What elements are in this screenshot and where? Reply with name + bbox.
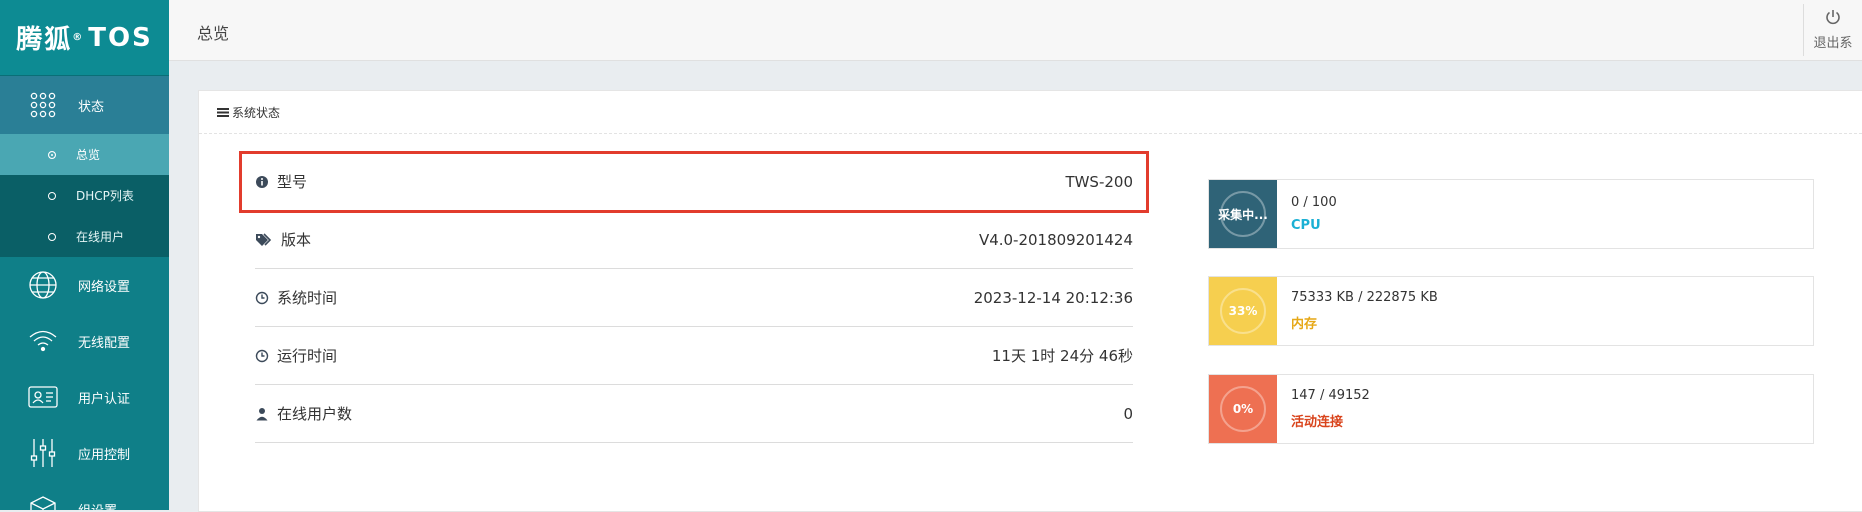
sidebar-item-label: 组设置: [78, 500, 117, 511]
info-row-version: 版本 V4.0-201809201424: [255, 211, 1133, 269]
info-label: 在线用户数: [277, 405, 353, 423]
sidebar: 腾狐 ® TOS 状态 总览 DHCP列表 在线用户 网络设置 无线配置 用户认…: [0, 0, 169, 510]
top-bar: 总览 退出系: [169, 0, 1862, 61]
sidebar-subitem-label: 在线用户: [76, 230, 125, 244]
stat-card-memory: 33% 75333 KB / 222875 KB 内存: [1208, 276, 1814, 346]
info-row-model: 型号 TWS-200: [239, 151, 1149, 213]
info-value: 0: [1123, 404, 1133, 423]
info-label: 系统时间: [277, 289, 338, 307]
list-icon: [217, 107, 229, 117]
info-label: 型号: [277, 173, 308, 191]
sidebar-item-label: 用户认证: [78, 391, 131, 407]
info-value: V4.0-201809201424: [978, 230, 1133, 249]
logo-text-cn: 腾狐: [16, 25, 73, 55]
sidebar-item-app-control[interactable]: 应用控制: [0, 425, 169, 481]
info-row-uptime: 运行时间 11天 1时 24分 46秒: [255, 327, 1133, 385]
clock-icon: [255, 349, 269, 363]
panel-title: 系统状态: [232, 105, 281, 120]
id-card-icon: [26, 380, 60, 414]
bullet-icon: [48, 150, 56, 159]
stat-badge: 0%: [1209, 375, 1277, 443]
sidebar-subitem-label: 总览: [76, 148, 101, 162]
stat-card-connections: 0% 147 / 49152 活动连接: [1208, 374, 1814, 444]
sidebar-item-status[interactable]: 状态: [0, 76, 169, 134]
wifi-icon: [26, 324, 60, 358]
logout-label: 退出系: [1813, 36, 1853, 51]
logo-text-en: TOS: [88, 22, 153, 53]
sidebar-item-group[interactable]: 组设置: [0, 481, 169, 510]
stat-numbers: 0 / 100: [1291, 195, 1337, 210]
page-title: 总览: [197, 24, 230, 43]
user-icon: [255, 407, 269, 421]
stat-badge: 33%: [1209, 277, 1277, 345]
info-value: 11天 1时 24分 46秒: [991, 347, 1133, 365]
logout-button[interactable]: 退出系: [1803, 4, 1862, 56]
sidebar-item-network[interactable]: 网络设置: [0, 257, 169, 313]
sidebar-item-wireless[interactable]: 无线配置: [0, 313, 169, 369]
sidebar-subitem-online-users[interactable]: 在线用户: [0, 216, 169, 257]
sidebar-item-label: 状态: [78, 99, 105, 115]
stat-badge-text: 采集中...: [1218, 207, 1268, 222]
bullet-icon: [48, 191, 56, 200]
info-circle-icon: [255, 175, 269, 189]
grid-dots-icon: [26, 88, 60, 122]
sidebar-submenu: 总览 DHCP列表 在线用户: [0, 134, 169, 257]
sidebar-subitem-dhcp[interactable]: DHCP列表: [0, 175, 169, 216]
sidebar-item-label: 无线配置: [78, 335, 131, 351]
globe-icon: [26, 268, 60, 302]
info-label: 版本: [281, 231, 312, 249]
info-value: 2023-12-14 20:12:36: [973, 288, 1133, 307]
stat-name: CPU: [1291, 218, 1321, 233]
info-list: 型号 TWS-200 版本 V4.0-201809201424 系统时间 202…: [239, 151, 1149, 443]
sliders-icon: [26, 436, 60, 470]
clock-icon: [255, 291, 269, 305]
info-row-online-users: 在线用户数 0: [255, 385, 1133, 443]
stat-name: 活动连接: [1291, 415, 1344, 430]
stat-numbers: 147 / 49152: [1291, 388, 1370, 403]
sidebar-subitem-label: DHCP列表: [76, 189, 134, 203]
power-icon: [1825, 9, 1841, 28]
stat-card-cpu: 采集中... 0 / 100 CPU: [1208, 179, 1814, 249]
stat-numbers: 75333 KB / 222875 KB: [1291, 290, 1438, 305]
stat-badge-text: 0%: [1232, 402, 1254, 416]
brand-logo: 腾狐 ® TOS: [0, 0, 169, 76]
info-row-system-time: 系统时间 2023-12-14 20:12:36: [255, 269, 1133, 327]
tags-icon: [255, 232, 273, 247]
sidebar-subitem-overview[interactable]: 总览: [0, 134, 169, 175]
info-value: TWS-200: [1065, 172, 1133, 191]
info-label: 运行时间: [277, 347, 338, 365]
sidebar-item-label: 应用控制: [78, 447, 131, 463]
stat-name: 内存: [1291, 317, 1318, 332]
panel-header: 系统状态: [199, 91, 1862, 134]
sidebar-item-label: 网络设置: [78, 279, 131, 295]
stat-badge: 采集中...: [1209, 180, 1277, 248]
cube-icon: [26, 492, 60, 510]
logo-registered: ®: [72, 32, 85, 43]
bullet-icon: [48, 232, 56, 241]
stat-badge-text: 33%: [1228, 304, 1258, 318]
sidebar-item-auth[interactable]: 用户认证: [0, 369, 169, 425]
